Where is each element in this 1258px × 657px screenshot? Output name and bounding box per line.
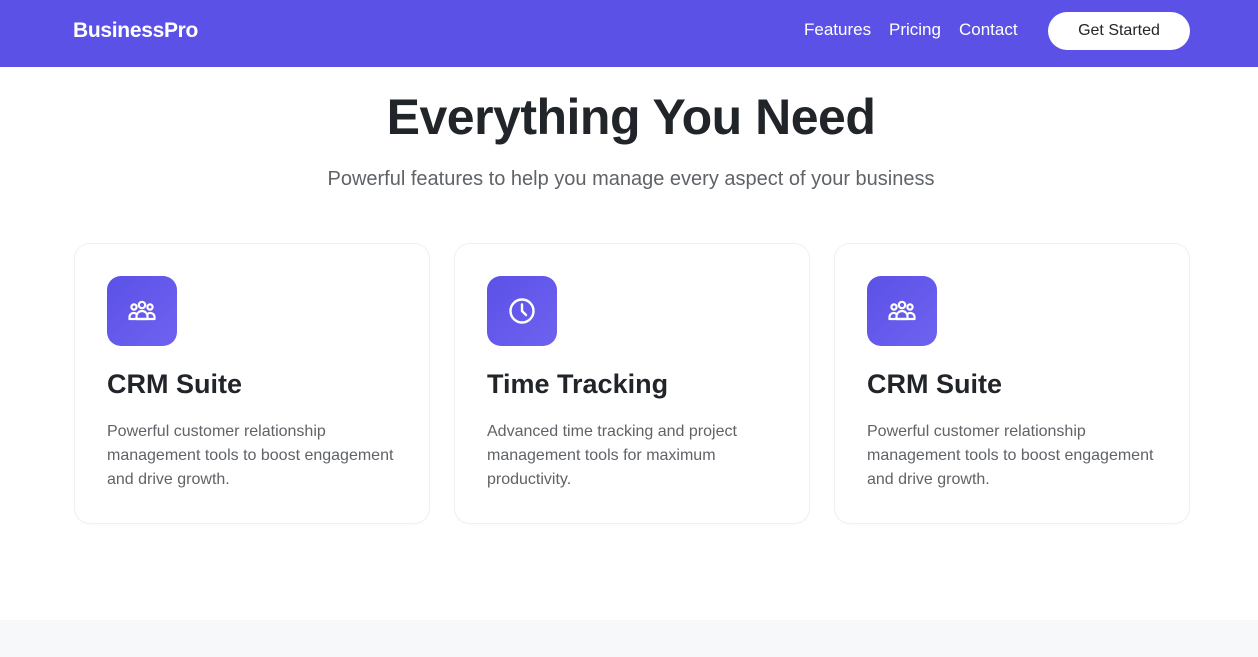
- top-navbar: BusinessPro Features Pricing Contact Get…: [0, 0, 1258, 67]
- card-title: Time Tracking: [487, 369, 669, 399]
- clock-icon: [487, 276, 557, 346]
- users-icon: [867, 276, 937, 346]
- section-subtitle: Powerful features to help you manage eve…: [327, 168, 935, 190]
- section-title: Everything You Need: [386, 89, 876, 145]
- card-title: CRM Suite: [107, 369, 242, 399]
- nav-link-features[interactable]: Features: [804, 20, 871, 40]
- nav-link-pricing[interactable]: Pricing: [889, 20, 941, 40]
- card-description: Powerful customer relationship managemen…: [107, 423, 394, 488]
- next-section-band: [0, 620, 1258, 657]
- card-description: Powerful customer relationship managemen…: [867, 423, 1154, 488]
- nav-link-contact[interactable]: Contact: [959, 20, 1018, 40]
- users-icon: [107, 276, 177, 346]
- feature-card-crm-2: CRM Suite Powerful customer relationship…: [834, 243, 1190, 524]
- brand-logo[interactable]: BusinessPro: [73, 19, 198, 43]
- card-description: Advanced time tracking and project manag…: [487, 423, 737, 488]
- feature-card-crm: CRM Suite Powerful customer relationship…: [74, 243, 430, 524]
- get-started-button[interactable]: Get Started: [1048, 12, 1190, 50]
- feature-card-time-tracking: Time Tracking Advanced time tracking and…: [454, 243, 810, 524]
- card-title: CRM Suite: [867, 369, 1002, 399]
